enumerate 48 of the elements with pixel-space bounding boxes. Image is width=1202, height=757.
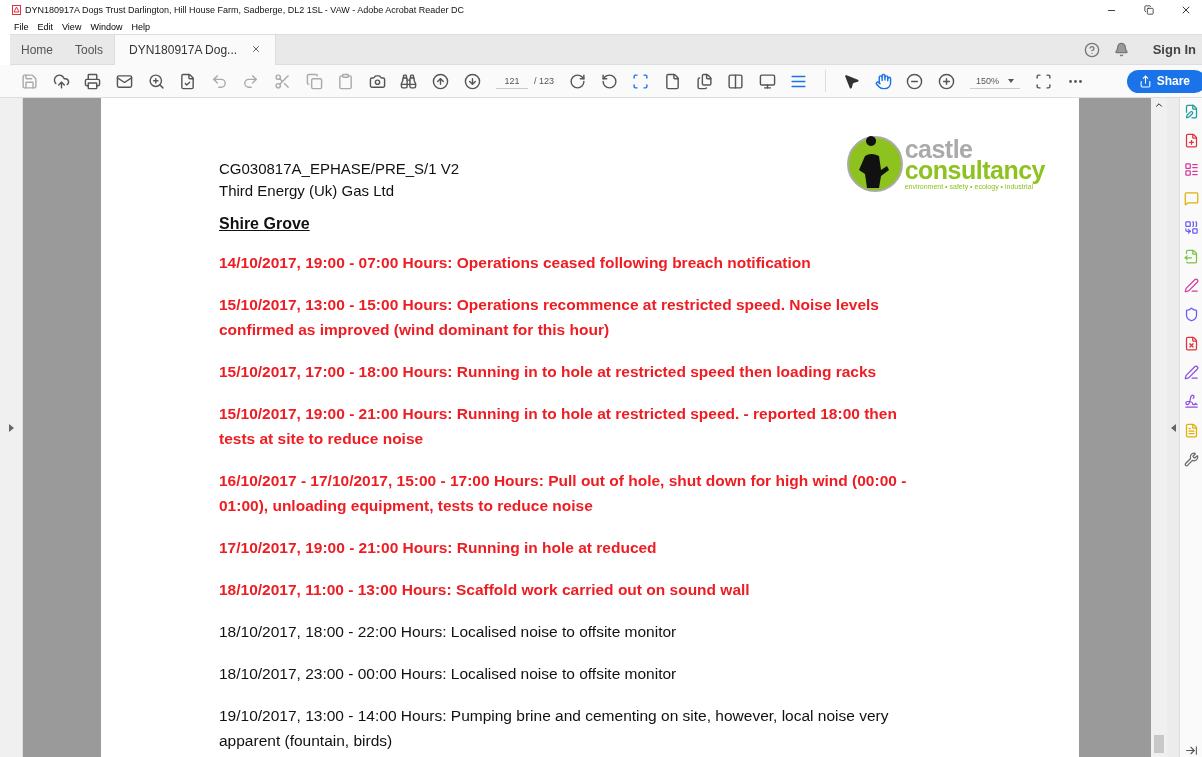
share-icon <box>1138 74 1152 88</box>
pen-icon[interactable] <box>1183 365 1199 380</box>
menu-item[interactable]: View <box>62 22 82 32</box>
menu-item[interactable]: Window <box>90 22 123 32</box>
section-heading: Shire Grove <box>219 215 311 233</box>
menu-item[interactable]: Help <box>131 22 150 32</box>
page-number-field[interactable]: 121 <box>495 73 528 89</box>
log-entry: 15/10/2017, 17:00 - 18:00 Hours: Running in to hole at restricted speed then loading racks <box>219 362 878 382</box>
share-button[interactable]: Share <box>1126 69 1202 93</box>
company-text: Third Energy (Uk) Gas Ltd <box>219 181 396 201</box>
pdf-file-icon <box>12 5 21 15</box>
help-icon[interactable] <box>1083 41 1100 58</box>
log-entry: 17/10/2017, 19:00 - 21:00 Hours: Running in hole at reduced <box>219 538 658 558</box>
log-entry: 15/10/2017, 13:00 - 15:00 Hours: Operations recommence at restricted speed. Noise levels confirmed as improved (wind dominant for this hour) <box>219 295 880 340</box>
delete-pdf-icon[interactable] <box>1183 336 1199 351</box>
organize-pages-icon[interactable] <box>1183 162 1199 177</box>
expand-icon[interactable] <box>8 423 14 432</box>
log-entry: 15/10/2017, 19:00 - 21:00 Hours: Running in to hole at restricted speed. - reported 18:00 then tests at site to reduce noise <box>219 404 898 449</box>
window-title: DYN180917A Dogs Trust Darlington, Hill House Farm, Sadberge, DL2 1SL - VAW - Adobe Acrobat Reader DC <box>25 5 465 15</box>
zoom-dropdown[interactable]: 150% <box>970 73 1021 89</box>
log-entry: 19/10/2017, 13:00 - 14:00 Hours: Pumping brine and cementing on site, however, local noise very apparent (fountain, birds) <box>219 706 890 751</box>
log-entry: 14/10/2017, 19:00 - 07:00 Hours: Operations ceased following breach notification <box>219 253 812 273</box>
log-entry: 18/10/2017, 11:00 - 13:00 Hours: Scaffold work carried out on sound wall <box>219 580 751 600</box>
collapse-icon[interactable] <box>1170 423 1176 432</box>
tab[interactable]: Tools <box>64 35 115 64</box>
tab[interactable]: Home <box>10 35 64 64</box>
shield-icon[interactable] <box>1183 307 1199 322</box>
menu-item[interactable]: File <box>14 22 29 32</box>
create-pdf-icon[interactable] <box>1183 133 1199 148</box>
tab[interactable]: DYN180917A Dog... <box>114 35 277 65</box>
signature-icon[interactable] <box>1183 394 1199 409</box>
log-entry: 16/10/2017 - 17/10/2017, 15:00 - 17:00 Hours: Pull out of hole, shut down for high wind (00:00 - 01:00), unloading equipment, tests to reduce noise <box>219 471 908 516</box>
log-entry: 18/10/2017, 18:00 - 22:00 Hours: Localised noise to offsite monitor <box>219 622 678 642</box>
page-total: / 123 <box>533 76 554 86</box>
scrollbar-thumb[interactable] <box>1154 735 1164 753</box>
bell-icon[interactable] <box>1113 42 1129 57</box>
menu-item[interactable]: Edit <box>37 22 54 32</box>
scroll-up-icon[interactable] <box>1154 100 1164 110</box>
expand-panel-icon[interactable] <box>1184 744 1198 757</box>
reference-text: CG030817A_EPHASE/PRE_S/1 V2 <box>219 159 460 179</box>
log-entry: 18/10/2017, 23:00 - 00:00 Hours: Localised noise to offsite monitor <box>219 664 678 684</box>
edit-pdf-icon[interactable] <box>1183 104 1199 119</box>
sign-in-link[interactable]: Sign In <box>1152 42 1196 57</box>
caret-icon[interactable] <box>1008 78 1015 83</box>
wrench-icon[interactable] <box>1183 452 1199 467</box>
person-silhouette-icon <box>846 135 903 192</box>
combine-files-icon[interactable] <box>1183 220 1199 235</box>
fill-sign-icon[interactable] <box>1183 278 1199 293</box>
